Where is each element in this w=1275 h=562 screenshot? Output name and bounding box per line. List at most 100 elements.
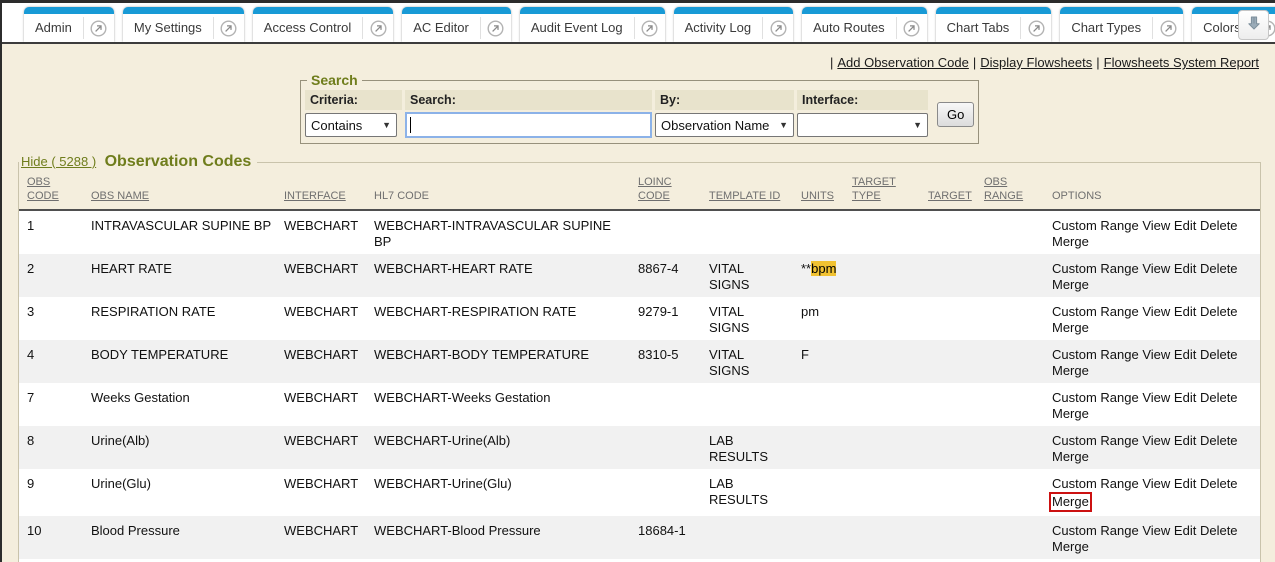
criteria-select[interactable]: Contains ▼ (305, 113, 397, 137)
table-row: 1INTRAVASCULAR SUPINE BPWEBCHARTWEBCHART… (19, 210, 1260, 254)
open-new-window-icon[interactable] (763, 14, 793, 42)
column-header-interface[interactable]: INTERFACE (276, 171, 366, 210)
tab-admin[interactable]: Admin (24, 7, 114, 42)
tab-label: Chart Tabs (936, 14, 1021, 42)
go-button[interactable]: Go (937, 102, 974, 127)
option-delete-link[interactable]: Delete (1200, 347, 1238, 362)
cell-units (793, 516, 844, 559)
cell-hl7-code: WEBCHART-Urine(Alb) (366, 426, 630, 469)
cell-obs-range (976, 426, 1044, 469)
option-custom-range-link[interactable]: Custom Range (1052, 347, 1139, 362)
tab-chart-tabs[interactable]: Chart Tabs (936, 7, 1052, 42)
tab-strip: Admin My Settings Access Control AC Editor A… (2, 3, 1275, 42)
tab-overflow-button[interactable] (1238, 10, 1269, 40)
header-link-display-flowsheets[interactable]: Display Flowsheets (980, 55, 1092, 70)
cell-hl7-code: WEBCHART-BODY TEMPERATURE (366, 340, 630, 383)
cell-target (920, 469, 976, 516)
tab-ac-editor[interactable]: AC Editor (402, 7, 511, 42)
by-select[interactable]: Observation Name ▼ (655, 113, 794, 137)
open-new-window-icon[interactable] (635, 14, 665, 42)
column-header-obs-code[interactable]: OBS CODE (19, 171, 83, 210)
open-new-window-icon[interactable] (214, 14, 244, 42)
option-delete-link[interactable]: Delete (1200, 218, 1238, 233)
option-delete-link[interactable]: Delete (1200, 433, 1238, 448)
option-view-link[interactable]: View (1142, 261, 1170, 276)
option-view-link[interactable]: View (1142, 347, 1170, 362)
text-caret (410, 117, 411, 133)
cell-obs-name: BODY TEMPERATURE (83, 340, 276, 383)
option-edit-link[interactable]: Edit (1174, 304, 1196, 319)
open-new-window-icon[interactable] (1021, 14, 1051, 42)
link-separator: | (1092, 55, 1103, 70)
option-view-link[interactable]: View (1142, 390, 1170, 405)
table-header-row: OBS CODEOBS NAMEINTERFACEHL7 CODELOINC C… (19, 171, 1260, 210)
option-view-link[interactable]: View (1142, 433, 1170, 448)
column-header-obs-name[interactable]: OBS NAME (83, 171, 276, 210)
option-custom-range-link[interactable]: Custom Range (1052, 433, 1139, 448)
search-input[interactable] (405, 112, 652, 138)
cell-target-type (844, 340, 920, 383)
option-merge-link[interactable]: Merge (1052, 449, 1089, 464)
chevron-down-icon: ▼ (779, 120, 788, 130)
option-view-link[interactable]: View (1142, 304, 1170, 319)
option-delete-link[interactable]: Delete (1200, 304, 1238, 319)
option-custom-range-link[interactable]: Custom Range (1052, 261, 1139, 276)
tab-activity-log[interactable]: Activity Log (674, 7, 793, 42)
hide-count-link[interactable]: Hide ( 5288 ) (21, 154, 96, 169)
option-custom-range-link[interactable]: Custom Range (1052, 218, 1139, 233)
option-edit-link[interactable]: Edit (1174, 523, 1196, 538)
option-merge-link[interactable]: Merge (1049, 492, 1092, 512)
cell-units: F (793, 340, 844, 383)
cell-interface: WEBCHART (276, 297, 366, 340)
option-edit-link[interactable]: Edit (1174, 476, 1196, 491)
option-custom-range-link[interactable]: Custom Range (1052, 390, 1139, 405)
option-custom-range-link[interactable]: Custom Range (1052, 476, 1139, 491)
table-row: 7Weeks GestationWEBCHARTWEBCHART-Weeks G… (19, 383, 1260, 426)
cell-obs-range (976, 469, 1044, 516)
tab-audit-event-log[interactable]: Audit Event Log (520, 7, 665, 42)
column-header-loinc-code[interactable]: LOINC CODE (630, 171, 701, 210)
option-edit-link[interactable]: Edit (1174, 347, 1196, 362)
option-view-link[interactable]: View (1142, 523, 1170, 538)
option-custom-range-link[interactable]: Custom Range (1052, 523, 1139, 538)
open-new-window-icon[interactable] (481, 14, 511, 42)
option-delete-link[interactable]: Delete (1200, 390, 1238, 405)
open-new-window-icon[interactable] (897, 14, 927, 42)
open-new-window-icon[interactable] (363, 14, 393, 42)
option-merge-link[interactable]: Merge (1052, 363, 1089, 378)
interface-select[interactable]: ▼ (797, 113, 928, 137)
column-header-units[interactable]: UNITS (793, 171, 844, 210)
tab-my-settings[interactable]: My Settings (123, 7, 244, 42)
header-link-add-observation-code[interactable]: Add Observation Code (837, 55, 969, 70)
column-header-target[interactable]: TARGET (920, 171, 976, 210)
cell-units: **bpm (793, 254, 844, 297)
column-header-template-id[interactable]: TEMPLATE ID (701, 171, 793, 210)
open-new-window-icon[interactable] (84, 14, 114, 42)
tab-auto-routes[interactable]: Auto Routes (802, 7, 927, 42)
option-merge-link[interactable]: Merge (1052, 234, 1089, 249)
cell-obs-range (976, 340, 1044, 383)
option-merge-link[interactable]: Merge (1052, 277, 1089, 292)
option-merge-link[interactable]: Merge (1052, 320, 1089, 335)
option-edit-link[interactable]: Edit (1174, 390, 1196, 405)
cell-obs-range (976, 516, 1044, 559)
option-merge-link[interactable]: Merge (1052, 406, 1089, 421)
column-header-target-type[interactable]: TARGET TYPE (844, 171, 920, 210)
option-edit-link[interactable]: Edit (1174, 433, 1196, 448)
tab-chart-types[interactable]: Chart Types (1060, 7, 1183, 42)
option-edit-link[interactable]: Edit (1174, 218, 1196, 233)
table-body: 1INTRAVASCULAR SUPINE BPWEBCHARTWEBCHART… (19, 210, 1260, 562)
option-view-link[interactable]: View (1142, 218, 1170, 233)
open-new-window-icon[interactable] (1153, 14, 1183, 42)
chevron-down-icon: ▼ (913, 120, 922, 130)
column-header-obs-range[interactable]: OBS RANGE (976, 171, 1044, 210)
option-delete-link[interactable]: Delete (1200, 523, 1238, 538)
option-delete-link[interactable]: Delete (1200, 476, 1238, 491)
tab-access-control[interactable]: Access Control (253, 7, 393, 42)
option-view-link[interactable]: View (1142, 476, 1170, 491)
option-edit-link[interactable]: Edit (1174, 261, 1196, 276)
option-delete-link[interactable]: Delete (1200, 261, 1238, 276)
header-link-flowsheets-system-report[interactable]: Flowsheets System Report (1104, 55, 1259, 70)
option-merge-link[interactable]: Merge (1052, 539, 1089, 554)
option-custom-range-link[interactable]: Custom Range (1052, 304, 1139, 319)
